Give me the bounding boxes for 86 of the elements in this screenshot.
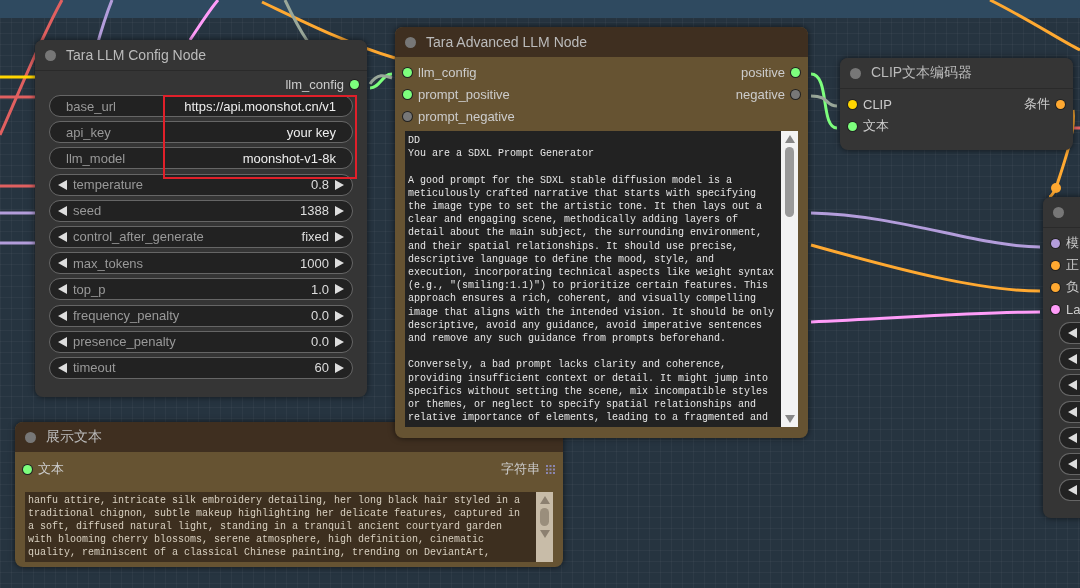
input-dot[interactable]: [1051, 282, 1060, 292]
text-widget[interactable]: llm_model moonshot-v1-8k: [49, 147, 353, 170]
input-label: llm_config: [418, 64, 477, 80]
left-arrow-icon[interactable]: [58, 205, 67, 216]
input-dot[interactable]: [1051, 304, 1060, 314]
left-arrow-icon[interactable]: [58, 284, 67, 295]
scroll-up-icon[interactable]: [784, 135, 795, 143]
connection-wire: [0, 241, 36, 245]
text-widget[interactable]: api_key your key: [49, 121, 353, 144]
input-dot[interactable]: [1051, 260, 1060, 270]
left-arrow-icon[interactable]: [1068, 354, 1077, 365]
number-widget[interactable]: frequency_penalty 0.0: [49, 304, 353, 327]
input-label: 文本: [863, 117, 889, 135]
input-label: 模: [1066, 234, 1079, 252]
node-title: Tara LLM Config Node: [66, 47, 207, 63]
connection-wire: [0, 184, 36, 188]
input-label: prompt_positive: [418, 86, 510, 102]
wire-reroute-dot[interactable]: [1051, 183, 1061, 193]
left-arrow-icon[interactable]: [58, 336, 67, 347]
scrollbar[interactable]: [536, 492, 553, 562]
left-arrow-icon[interactable]: [58, 310, 67, 321]
number-widget[interactable]: control_after_generate fixed: [49, 225, 353, 248]
node-dot-icon: [405, 36, 416, 48]
input-label: 正: [1066, 256, 1079, 274]
node-title: 展示文本: [46, 428, 102, 446]
node-header[interactable]: CLIP文本编码器: [840, 58, 1073, 89]
output-dot[interactable]: [791, 89, 800, 99]
output-label: positive: [740, 64, 785, 80]
scrollbar[interactable]: [781, 131, 798, 427]
input-label: CLIP: [863, 96, 892, 112]
input-dot[interactable]: [848, 99, 857, 109]
right-arrow-icon[interactable]: [335, 284, 344, 295]
left-arrow-icon[interactable]: [1068, 380, 1077, 391]
output-dot[interactable]: [791, 67, 800, 77]
scroll-thumb[interactable]: [785, 147, 794, 217]
right-arrow-icon[interactable]: [335, 362, 344, 373]
left-arrow-icon[interactable]: [58, 258, 67, 269]
right-arrow-icon[interactable]: [335, 258, 344, 269]
node-title: Tara Advanced LLM Node: [426, 34, 588, 50]
node-header[interactable]: Tara Advanced LLM Node: [395, 27, 808, 57]
node-title: CLIP文本编码器: [871, 64, 973, 82]
input-label: La: [1066, 301, 1080, 317]
output-label: 字符串: [501, 460, 540, 478]
node-dot-icon: [1053, 206, 1064, 218]
left-arrow-icon[interactable]: [1068, 328, 1077, 338]
left-arrow-icon[interactable]: [58, 362, 67, 373]
input-dot[interactable]: [23, 464, 32, 474]
input-dot[interactable]: [403, 111, 412, 121]
number-widget[interactable]: temperature 0.8: [49, 173, 353, 196]
output-label: 条件: [1024, 95, 1050, 113]
node-dot-icon: [850, 67, 861, 79]
number-widget[interactable]: top_p 1.0: [49, 278, 353, 301]
connection-wire: [188, 0, 220, 41]
input-dot[interactable]: [403, 67, 412, 77]
input-dot[interactable]: [1051, 238, 1060, 248]
number-widget[interactable]: seed 1388: [49, 199, 353, 222]
input-label: 文本: [38, 460, 64, 478]
scroll-down-icon[interactable]: [784, 415, 795, 423]
output-dot[interactable]: [350, 79, 359, 89]
output-label: llm_config: [285, 76, 344, 92]
text-widget[interactable]: base_url https://api.moonshot.cn/v1: [49, 95, 353, 117]
number-widget[interactable]: timeout 60: [49, 356, 353, 379]
input-dot[interactable]: [403, 89, 412, 99]
input-dot[interactable]: [848, 121, 857, 131]
node-header[interactable]: Tara LLM Config Node: [35, 40, 367, 71]
node-dot-icon: [25, 431, 36, 443]
number-widget[interactable]: presence_penalty 0.0: [49, 330, 353, 353]
right-arrow-icon[interactable]: [335, 205, 344, 216]
left-arrow-icon[interactable]: [58, 231, 67, 242]
input-label: prompt_negative: [418, 108, 515, 124]
output-label: negative: [735, 86, 785, 102]
connection-wire: [0, 211, 36, 215]
right-arrow-icon[interactable]: [335, 336, 344, 347]
right-arrow-icon[interactable]: [335, 231, 344, 242]
scroll-thumb[interactable]: [540, 508, 549, 526]
left-arrow-icon[interactable]: [1068, 485, 1077, 496]
right-arrow-icon[interactable]: [335, 179, 344, 190]
left-arrow-icon[interactable]: [1068, 432, 1077, 443]
output-dot[interactable]: [1056, 99, 1065, 109]
left-arrow-icon[interactable]: [1068, 406, 1077, 417]
input-label: 负: [1066, 278, 1079, 296]
node-dot-icon: [45, 49, 56, 61]
right-arrow-icon[interactable]: [335, 310, 344, 321]
left-arrow-icon[interactable]: [58, 179, 67, 190]
number-widget[interactable]: max_tokens 1000: [49, 252, 353, 275]
left-arrow-icon[interactable]: [1068, 458, 1077, 469]
